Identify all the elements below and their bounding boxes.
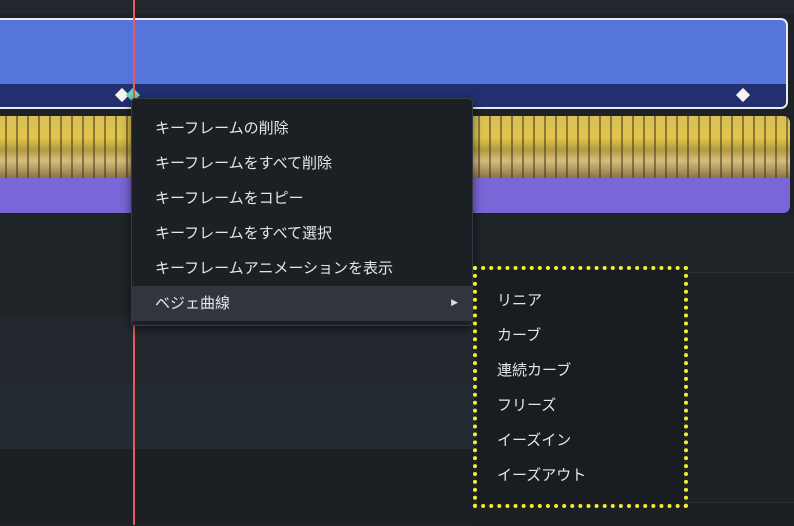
- timeline-track-bottom: [474, 502, 794, 526]
- menu-item-delete-all-keyframes[interactable]: キーフレームをすべて削除: [132, 146, 472, 181]
- menu-item-delete-keyframe[interactable]: キーフレームの削除: [132, 111, 472, 146]
- menu-item-bezier-curve[interactable]: ベジェ曲線 ▶: [132, 286, 472, 321]
- bezier-submenu: リニア カーブ 連続カーブ フリーズ イーズイン イーズアウト: [477, 270, 684, 504]
- submenu-arrow-icon: ▶: [451, 298, 458, 308]
- menu-item-label: キーフレームをすべて削除: [155, 154, 333, 172]
- submenu-item-curve[interactable]: カーブ: [477, 318, 684, 353]
- menu-item-select-all-keyframes[interactable]: キーフレームをすべて選択: [132, 216, 472, 251]
- menu-item-label: キーフレームの削除: [155, 119, 289, 137]
- submenu-item-continuous-curve[interactable]: 連続カーブ: [477, 353, 684, 388]
- menu-item-show-keyframe-animation[interactable]: キーフレームアニメーションを表示: [132, 251, 472, 286]
- menu-item-label: キーフレームをすべて選択: [155, 224, 333, 242]
- submenu-item-ease-in[interactable]: イーズイン: [477, 423, 684, 458]
- submenu-item-linear[interactable]: リニア: [477, 283, 684, 318]
- menu-item-label: キーフレームアニメーションを表示: [155, 259, 394, 277]
- timeline-track-right: [688, 272, 794, 503]
- timeline-track-row: [0, 449, 474, 525]
- timeline-top-band: [0, 0, 794, 14]
- timeline-track-row: [0, 384, 474, 449]
- keyframe-context-menu: キーフレームの削除 キーフレームをすべて削除 キーフレームをコピー キーフレーム…: [131, 98, 473, 326]
- submenu-item-freeze[interactable]: フリーズ: [477, 388, 684, 423]
- menu-item-label: ベジェ曲線: [155, 294, 231, 312]
- menu-item-copy-keyframe[interactable]: キーフレームをコピー: [132, 181, 472, 216]
- menu-item-label: キーフレームをコピー: [155, 189, 304, 207]
- submenu-item-ease-out[interactable]: イーズアウト: [477, 458, 684, 493]
- timeline-track-row: [0, 317, 474, 384]
